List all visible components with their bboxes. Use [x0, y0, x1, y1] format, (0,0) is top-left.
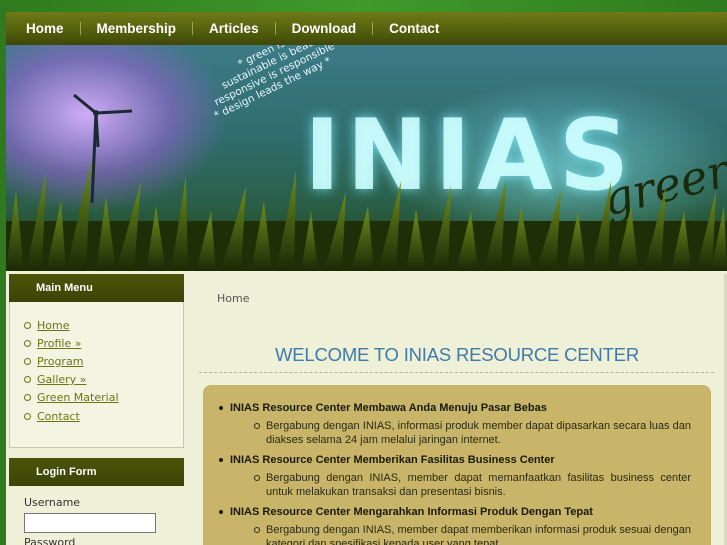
feature-description-text: Bergabung dengan INIAS, member dapat mem… [266, 524, 691, 545]
password-label: Password [24, 536, 76, 545]
circle-bullet-icon [254, 475, 260, 481]
feature-title-text: INIAS Resource Center Mengarahkan Inform… [230, 506, 593, 518]
feature-list: INIAS Resource Center Membawa Anda Menuj… [219, 401, 691, 545]
feature-description: Bergabung dengan INIAS, informasi produk… [221, 419, 691, 447]
nav-home[interactable]: Home [10, 21, 80, 36]
menu-item-contact: Contact [24, 407, 183, 425]
menu-link-program[interactable]: Program [37, 355, 83, 368]
login-form: Username Password [9, 486, 184, 545]
feature-title: INIAS Resource Center Memberikan Fasilit… [219, 453, 691, 467]
main-content: Home WELCOME TO INIAS RESOURCE CENTER IN… [184, 274, 724, 545]
page-title: WELCOME TO INIAS RESOURCE CENTER [275, 344, 639, 365]
login-form-header: Login Form [9, 458, 184, 486]
menu-link-home[interactable]: Home [37, 319, 69, 332]
menu-link-green-material[interactable]: Green Material [37, 391, 119, 404]
feature-description: Bergabung dengan INIAS, member dapat mem… [221, 471, 691, 499]
menu-link-contact[interactable]: Contact [37, 410, 80, 423]
main-menu-box: Home Profile » Program Gallery » Green M… [9, 302, 184, 448]
feature-item: INIAS Resource Center Memberikan Fasilit… [219, 453, 691, 499]
feature-title-text: INIAS Resource Center Membawa Anda Menuj… [230, 402, 547, 414]
circle-bullet-icon [24, 321, 31, 329]
main-menu-header: Main Menu [9, 274, 184, 302]
title-divider [199, 372, 714, 373]
bullet-icon [219, 458, 223, 462]
menu-item-program: Program [24, 352, 183, 370]
username-label: Username [24, 496, 81, 509]
top-navigation: Home Membership Articles Download Contac… [6, 12, 727, 45]
feature-item: INIAS Resource Center Mengarahkan Inform… [219, 505, 691, 545]
nav-articles[interactable]: Articles [193, 21, 275, 36]
circle-bullet-icon [254, 527, 260, 533]
grass-illustration [6, 161, 727, 271]
feature-description-text: Bergabung dengan INIAS, member dapat mem… [266, 472, 691, 498]
circle-bullet-icon [24, 339, 31, 347]
menu-item-gallery: Gallery » [24, 371, 183, 389]
circle-bullet-icon [24, 412, 31, 420]
circle-bullet-icon [24, 394, 31, 402]
circle-bullet-icon [24, 357, 31, 365]
feature-title: INIAS Resource Center Membawa Anda Menuj… [219, 401, 691, 415]
feature-description-text: Bergabung dengan INIAS, informasi produk… [266, 420, 691, 446]
breadcrumb: Home [217, 292, 250, 305]
nav-download[interactable]: Download [276, 21, 373, 36]
feature-description: Bergabung dengan INIAS, member dapat mem… [221, 523, 691, 545]
menu-item-profile: Profile » [24, 334, 183, 352]
circle-bullet-icon [254, 423, 260, 429]
feature-title: INIAS Resource Center Mengarahkan Inform… [219, 505, 691, 519]
menu-link-gallery[interactable]: Gallery » [37, 373, 86, 386]
menu-link-profile[interactable]: Profile » [37, 337, 81, 350]
menu-item-green-material: Green Material [24, 389, 183, 407]
sidebar: Main Menu Home Profile » Program Gallery… [9, 274, 184, 545]
bullet-icon [219, 510, 223, 514]
menu-item-home: Home [24, 316, 183, 334]
nav-membership[interactable]: Membership [81, 21, 193, 36]
feature-item: INIAS Resource Center Membawa Anda Menuj… [219, 401, 691, 447]
page: Home Membership Articles Download Contac… [6, 12, 727, 545]
bullet-icon [219, 406, 223, 410]
nav-contact[interactable]: Contact [373, 21, 455, 36]
main-menu-list: Home Profile » Program Gallery » Green M… [10, 302, 183, 431]
username-input[interactable] [24, 513, 156, 533]
header-banner: * green is clean * sustainable is beauti… [6, 45, 727, 271]
feature-title-text: INIAS Resource Center Memberikan Fasilit… [230, 454, 555, 466]
circle-bullet-icon [24, 376, 31, 384]
